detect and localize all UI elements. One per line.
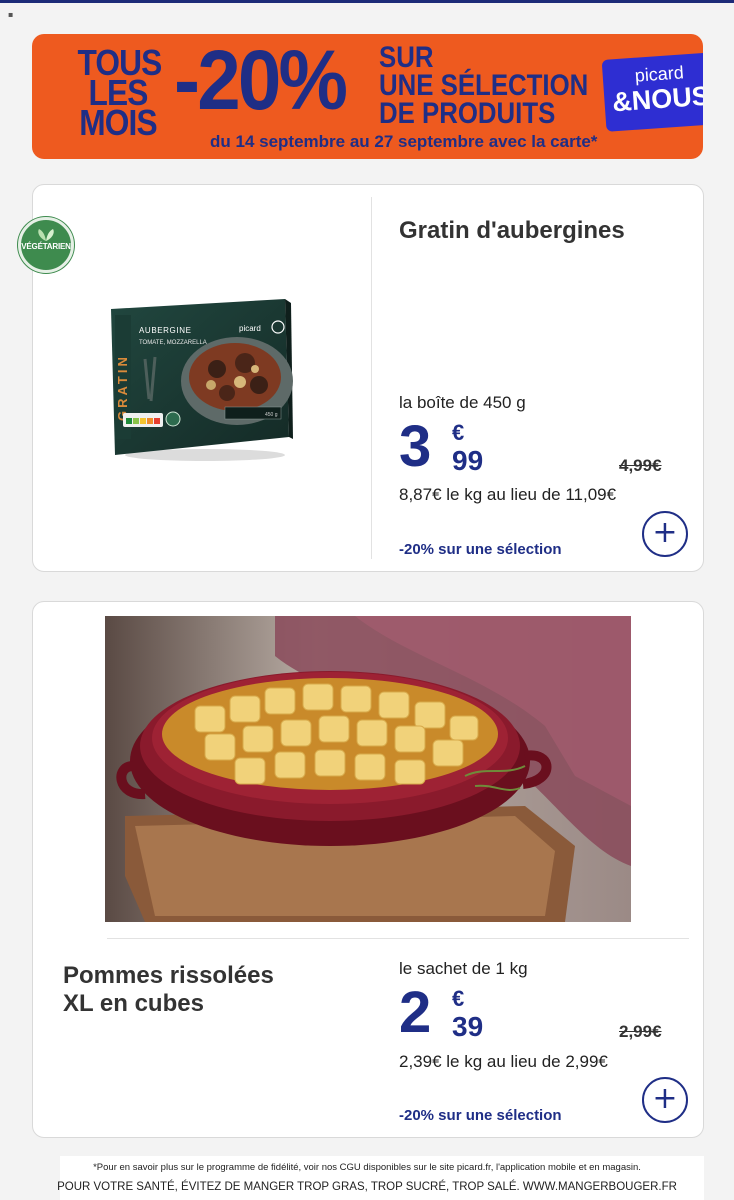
box-subtitle: TOMATE, MOZZARELLA (139, 340, 207, 346)
banner-dates: du 14 septembre au 27 septembre avec la … (210, 132, 598, 151)
promo-label: -20% sur une sélection (399, 541, 562, 558)
status-mark: ▪ (8, 10, 14, 19)
product-title[interactable]: Gratin d'aubergines (399, 217, 625, 245)
product-title-line-1: Pommes rissolées (63, 962, 274, 989)
product-card-pommes[interactable]: Pommes rissolées XL en cubes le sachet d… (32, 601, 704, 1138)
add-to-cart-button[interactable]: + (642, 1077, 688, 1123)
card-divider (107, 938, 689, 939)
banner-discount: -20% (174, 34, 348, 127)
old-price: 4,99€ (619, 456, 662, 475)
leaf-icon (38, 229, 54, 241)
banner-word-sur: SUR (379, 41, 434, 74)
box-brand: picard (239, 324, 261, 333)
card-divider (371, 197, 372, 559)
price-integer: 2 (399, 980, 432, 1045)
price-decimals: 99 (452, 445, 484, 476)
footnote: *Pour en savoir plus sur le programme de… (93, 1162, 641, 1173)
vegetarian-label: VÉGÉTARIEN (21, 242, 71, 251)
picard-nous-logo: picard &NOUS (601, 52, 703, 132)
price-per-kg: 8,87€ le kg au lieu de 11,09€ (399, 485, 617, 504)
price-integer: 3 (399, 414, 432, 479)
price-decimals: 39 (452, 1011, 484, 1042)
old-price: 2,99€ (619, 1022, 662, 1041)
price-per-kg: 2,39€ le kg au lieu de 2,99€ (399, 1052, 608, 1071)
promo-label: -20% sur une sélection (399, 1107, 562, 1124)
plus-circle-icon: + (652, 515, 678, 550)
product-quantity: la boîte de 450 g (399, 393, 526, 412)
product-title-line-2: XL en cubes (63, 990, 204, 1017)
banner-selection-text: SUR UNE SÉLECTION DE PRODUITS (379, 41, 589, 130)
product-title[interactable]: Pommes rissolées XL en cubes (63, 962, 274, 1018)
product-image-pommes (105, 616, 631, 922)
banner-every-month: TOUS LES MOIS (78, 45, 163, 143)
product-card-gratin[interactable]: GRATIN AUBERGINE TOMATE, MOZZARELLA pica… (32, 184, 704, 572)
banner-word-selection: UNE SÉLECTION (379, 69, 589, 102)
plus-circle-icon: + (652, 1081, 678, 1116)
price-currency: € (452, 420, 465, 445)
banner-word-mois: MOIS (79, 102, 157, 143)
logo-nous: &NOUS (611, 80, 703, 118)
add-to-cart-button[interactable]: + (642, 511, 688, 557)
banner-word-produits: DE PRODUITS (379, 97, 556, 130)
product-image-gratin: GRATIN AUBERGINE TOMATE, MOZZARELLA pica… (111, 299, 293, 461)
box-side-label: GRATIN (115, 354, 130, 421)
product-quantity: le sachet de 1 kg (399, 959, 528, 978)
top-border (0, 0, 734, 3)
promo-banner[interactable]: TOUS LES MOIS -20% SUR UNE SÉLECTION DE … (32, 34, 703, 159)
price-currency: € (452, 986, 465, 1011)
vegetarian-badge: VÉGÉTARIEN (18, 217, 74, 273)
box-weight: 450 g (265, 412, 278, 418)
box-title: AUBERGINE (139, 326, 192, 335)
health-notice: POUR VOTRE SANTÉ, ÉVITEZ DE MANGER TROP … (57, 1181, 677, 1193)
